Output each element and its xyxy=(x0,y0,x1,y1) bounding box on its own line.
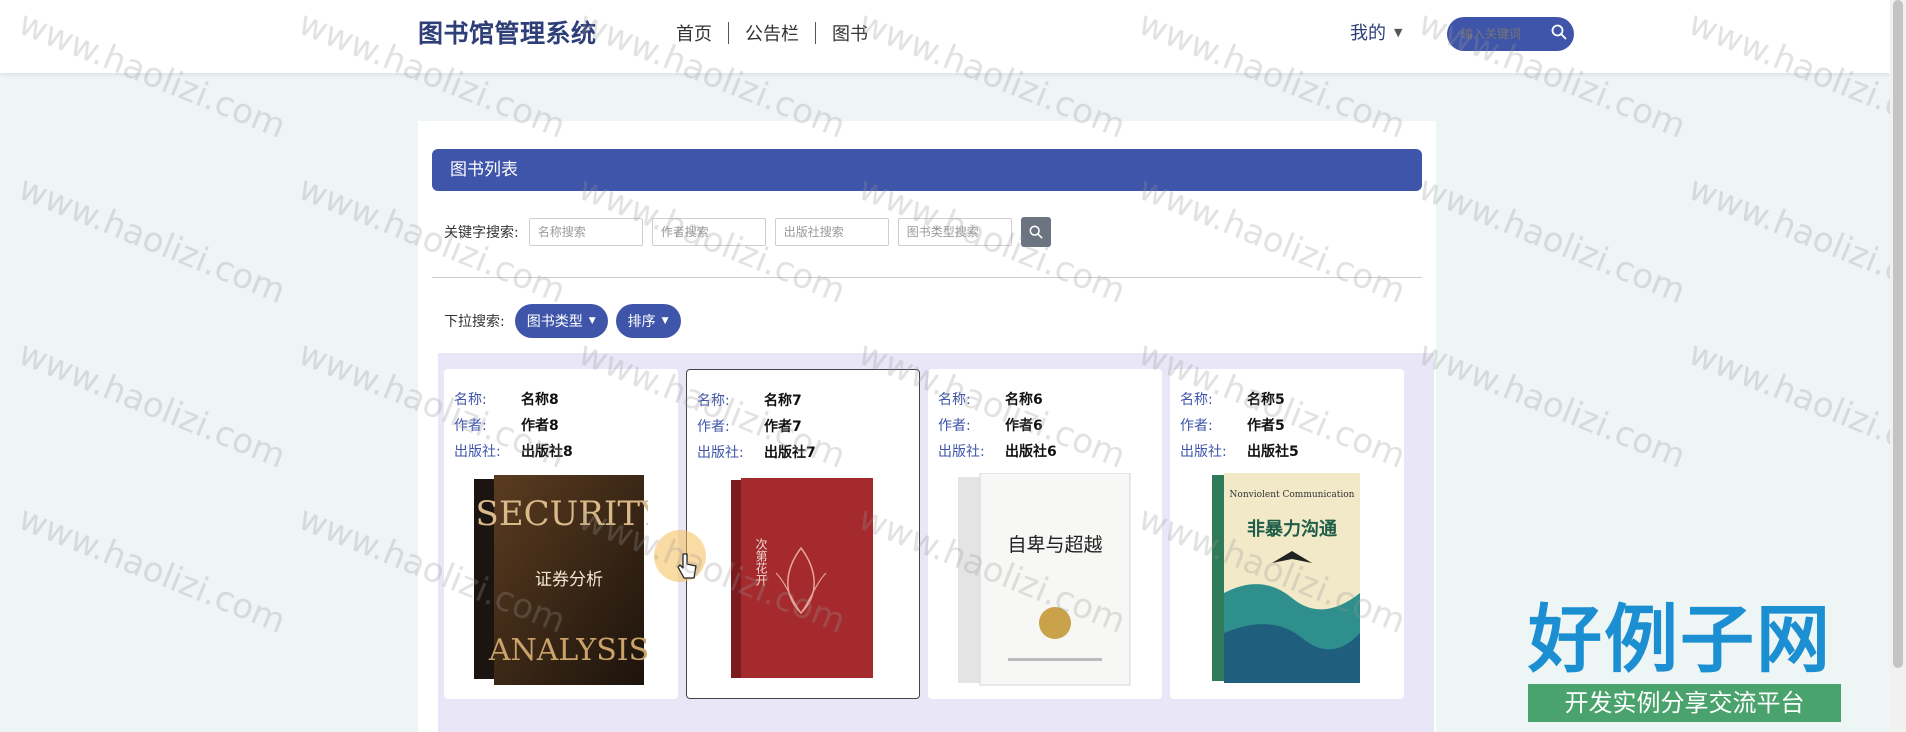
book-name: 名称7 xyxy=(764,393,802,409)
publisher-label: 出版社: xyxy=(938,444,985,460)
book-publisher-row: 出版社: 出版社7 xyxy=(697,442,816,462)
watermark-text: www.haolizi.com xyxy=(12,498,292,642)
book-publisher: 出版社6 xyxy=(1005,444,1057,460)
book-author: 作者7 xyxy=(764,419,802,435)
book-publisher-row: 出版社: 出版社8 xyxy=(454,441,573,461)
main-nav: 首页 公告栏 图书 xyxy=(660,20,884,46)
cover-bottom-title: ANALYSIS xyxy=(488,633,648,668)
nav-item-notices[interactable]: 公告栏 xyxy=(729,20,815,46)
book-publisher: 出版社5 xyxy=(1247,444,1299,460)
keyword-search-row: 关键字搜索: xyxy=(444,217,1051,247)
type-search-input[interactable] xyxy=(897,218,1012,246)
name-label: 名称: xyxy=(697,393,730,409)
watermark-text: www.haolizi.com xyxy=(1682,168,1906,312)
page-scrollbar[interactable] xyxy=(1890,0,1906,732)
book-cover-image[interactable]: 次第花开 xyxy=(731,478,875,680)
cover-title: Nonviolent Communication xyxy=(1230,490,1355,500)
book-card[interactable]: 名称: 名称6 作者: 作者6 出版社: 出版社6 自卑与超越 xyxy=(928,369,1162,699)
sort-dropdown[interactable]: 排序 ▼ xyxy=(615,304,681,338)
book-list-panel: 图书列表 关键字搜索: 下拉搜索: 图书类型 ▼ 排序 ▼ 名称: 名称8 xyxy=(418,121,1436,732)
book-publisher-row: 出版社: 出版社5 xyxy=(1180,441,1299,461)
hand-cursor-icon xyxy=(677,553,697,579)
app-logo[interactable]: 图书馆管理系统 xyxy=(418,14,597,50)
publisher-search-input[interactable] xyxy=(774,218,889,246)
book-name: 名称5 xyxy=(1247,392,1285,408)
book-card[interactable]: 名称: 名称5 作者: 作者5 出版社: 出版社5 Nonviolent Com… xyxy=(1170,369,1404,699)
keyword-search-label: 关键字搜索: xyxy=(444,225,519,241)
book-list-title: 图书列表 xyxy=(432,149,1422,191)
scrollbar-thumb[interactable] xyxy=(1893,0,1903,668)
publisher-label: 出版社: xyxy=(697,445,744,461)
cover-subtitle: 次第花开 xyxy=(754,538,768,586)
header-search-input[interactable] xyxy=(1459,26,1545,42)
book-author-row: 作者: 作者8 xyxy=(454,415,559,435)
caret-down-icon: ▼ xyxy=(661,316,669,326)
cover-subtitle: 非暴力沟通 xyxy=(1247,518,1337,540)
book-name: 名称6 xyxy=(1005,392,1043,408)
book-cover-image[interactable]: 自卑与超越 xyxy=(958,473,1134,687)
book-type-dropdown-label: 图书类型 xyxy=(526,314,583,330)
author-label: 作者: xyxy=(938,418,971,434)
name-label: 名称: xyxy=(1180,392,1213,408)
book-author: 作者6 xyxy=(1005,418,1043,434)
book-name-row: 名称: 名称7 xyxy=(697,390,802,410)
book-cover-image[interactable]: Nonviolent Communication 非暴力沟通 xyxy=(1212,473,1362,683)
name-label: 名称: xyxy=(454,392,487,408)
book-author: 作者8 xyxy=(521,418,559,434)
chevron-down-icon: ▼ xyxy=(1394,25,1403,39)
section-divider xyxy=(432,277,1422,278)
book-type-dropdown[interactable]: 图书类型 ▼ xyxy=(514,304,608,338)
watermark-text: www.haolizi.com xyxy=(12,168,292,312)
book-publisher-row: 出版社: 出版社6 xyxy=(938,441,1057,461)
author-label: 作者: xyxy=(1180,418,1213,434)
book-name-row: 名称: 名称8 xyxy=(454,389,559,409)
watermark-logo-title: 好例子网 xyxy=(1528,597,1832,683)
book-author: 作者5 xyxy=(1247,418,1285,434)
watermark-logo: 好例子网 开发实例分享交流平台 xyxy=(1528,600,1844,722)
name-search-input[interactable] xyxy=(528,218,643,246)
book-name-row: 名称: 名称5 xyxy=(1180,389,1285,409)
name-label: 名称: xyxy=(938,392,971,408)
dropdown-search-label: 下拉搜索: xyxy=(444,314,505,330)
book-author-row: 作者: 作者6 xyxy=(938,415,1043,435)
nav-item-home[interactable]: 首页 xyxy=(660,20,728,46)
book-publisher: 出版社8 xyxy=(521,444,573,460)
publisher-label: 出版社: xyxy=(1180,444,1227,460)
book-card[interactable]: 名称: 名称7 作者: 作者7 出版社: 出版社7 次第花开 xyxy=(686,369,920,699)
watermark-text: www.haolizi.com xyxy=(1682,333,1906,477)
book-author-row: 作者: 作者5 xyxy=(1180,415,1285,435)
author-label: 作者: xyxy=(697,419,730,435)
top-nav-bar: 图书馆管理系统 首页 公告栏 图书 我的 ▼ xyxy=(0,0,1890,73)
watermark-logo-subtitle: 开发实例分享交流平台 xyxy=(1528,684,1841,722)
book-cover-image[interactable]: SECURITY 证券分析 ANALYSIS xyxy=(474,475,648,685)
dropdown-search-row: 下拉搜索: 图书类型 ▼ 排序 ▼ xyxy=(444,304,689,338)
search-icon[interactable] xyxy=(1551,24,1567,44)
watermark-text: www.haolizi.com xyxy=(1412,333,1692,477)
search-button[interactable] xyxy=(1020,217,1051,247)
book-name-row: 名称: 名称6 xyxy=(938,389,1043,409)
cover-subtitle: 证券分析 xyxy=(535,570,603,590)
nav-item-books[interactable]: 图书 xyxy=(816,20,884,46)
book-author-row: 作者: 作者7 xyxy=(697,416,802,436)
user-menu[interactable]: 我的 ▼ xyxy=(1350,19,1402,45)
cover-subtitle: 自卑与超越 xyxy=(1007,534,1102,556)
book-grid: 名称: 名称8 作者: 作者8 出版社: 出版社8 SECURITY 证券分析 … xyxy=(438,353,1434,732)
cover-title: SECURITY xyxy=(476,494,648,534)
book-card[interactable]: 名称: 名称8 作者: 作者8 出版社: 出版社8 SECURITY 证券分析 … xyxy=(444,369,678,699)
watermark-text: www.haolizi.com xyxy=(12,333,292,477)
caret-down-icon: ▼ xyxy=(588,316,596,326)
publisher-label: 出版社: xyxy=(454,444,501,460)
user-menu-label: 我的 xyxy=(1350,23,1386,44)
author-label: 作者: xyxy=(454,418,487,434)
book-name: 名称8 xyxy=(521,392,559,408)
author-search-input[interactable] xyxy=(651,218,766,246)
book-publisher: 出版社7 xyxy=(764,445,816,461)
watermark-text: www.haolizi.com xyxy=(1412,168,1692,312)
sort-dropdown-label: 排序 xyxy=(627,314,656,330)
header-search xyxy=(1447,17,1574,51)
search-icon xyxy=(1029,225,1043,239)
